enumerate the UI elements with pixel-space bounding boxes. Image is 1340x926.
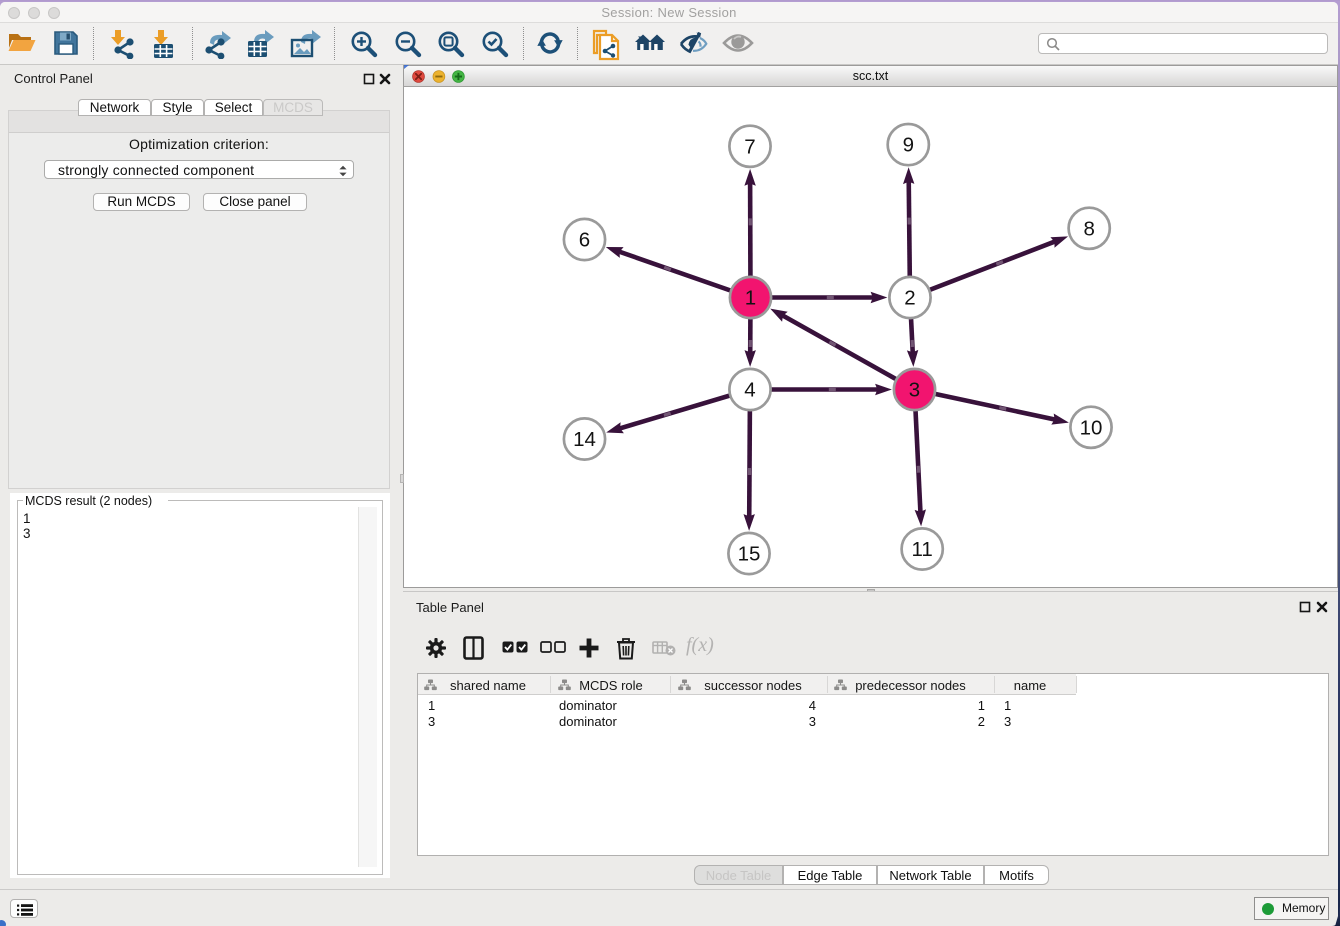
svg-text:1: 1 <box>745 287 756 310</box>
svg-text:14: 14 <box>573 428 596 451</box>
svg-text:6: 6 <box>579 229 590 252</box>
svg-text:7: 7 <box>744 135 755 158</box>
svg-text:11: 11 <box>912 538 933 561</box>
svg-text:4: 4 <box>744 379 755 402</box>
svg-text:9: 9 <box>903 134 914 157</box>
svg-text:15: 15 <box>738 543 761 566</box>
svg-text:3: 3 <box>909 379 920 402</box>
svg-text:2: 2 <box>904 287 915 310</box>
svg-text:8: 8 <box>1083 217 1094 240</box>
svg-text:10: 10 <box>1080 416 1103 439</box>
